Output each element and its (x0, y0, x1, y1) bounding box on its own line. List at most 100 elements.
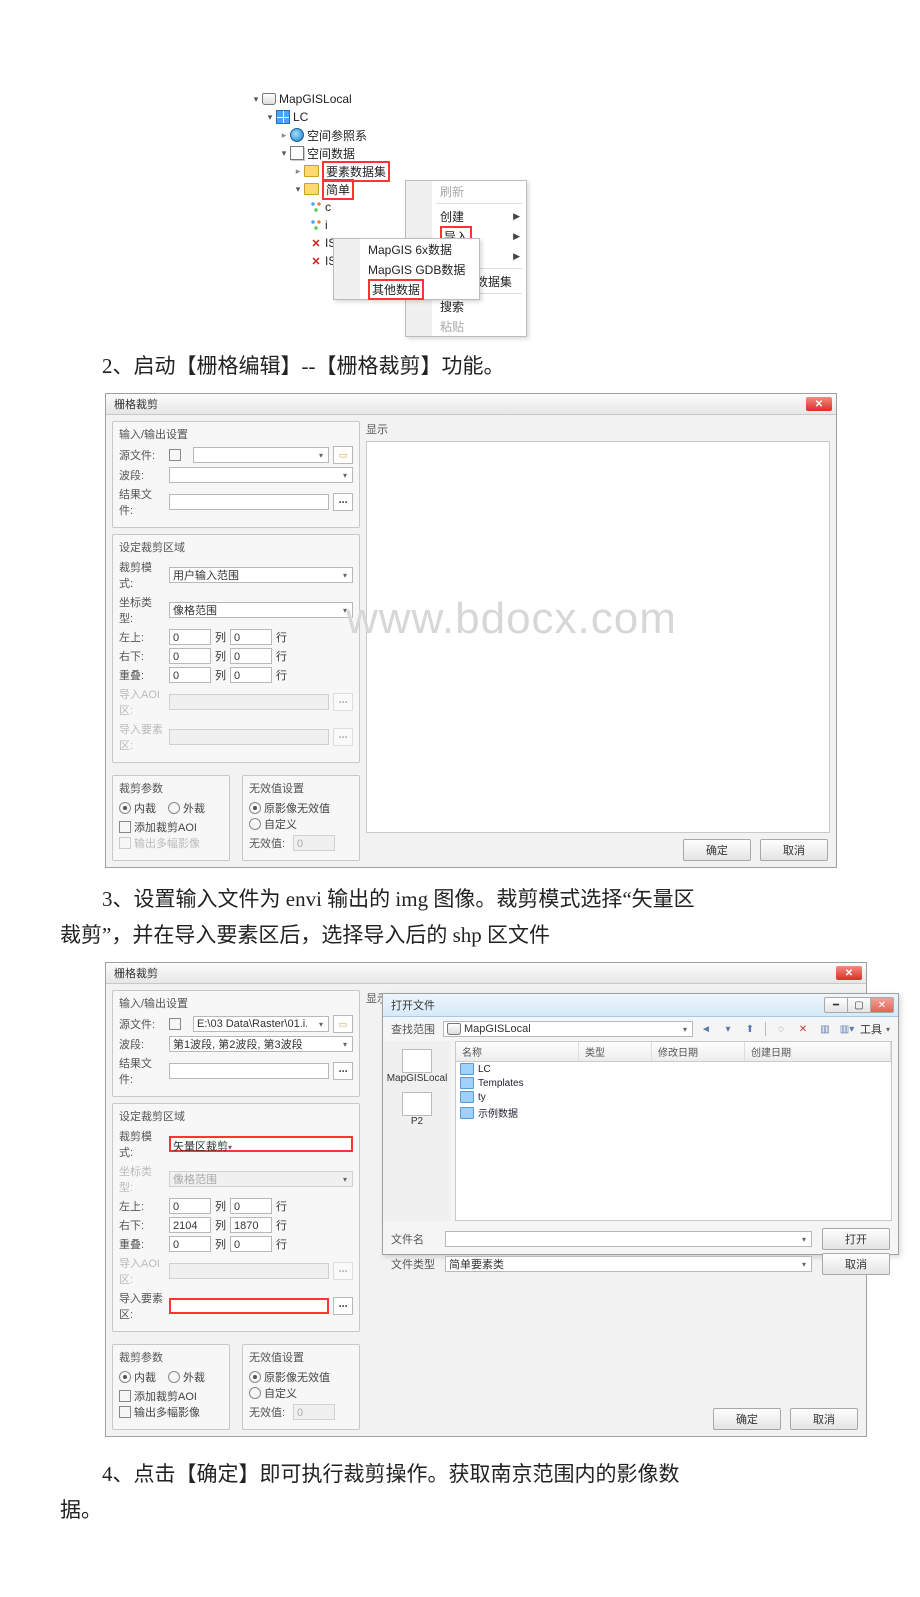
ov-col-input[interactable]: 0 (169, 1236, 211, 1252)
ftype-combo[interactable]: 简单要素类▾ (445, 1256, 812, 1272)
view-icon[interactable]: ▥▾ (838, 1021, 856, 1037)
feat-input[interactable] (169, 1298, 329, 1314)
open-button[interactable]: 打开 (822, 1228, 890, 1250)
browse-button[interactable]: ··· (333, 1297, 353, 1315)
radio-outer[interactable]: 外裁 (168, 1369, 205, 1385)
label-tools[interactable]: 工具 (860, 1021, 882, 1037)
browse-button[interactable]: ··· (333, 1062, 353, 1080)
browse-button: ··· (333, 1262, 353, 1280)
col-name[interactable]: 名称 (456, 1042, 579, 1061)
list-item[interactable]: ty (456, 1090, 891, 1104)
tree-node-featureset[interactable]: ▸ 要素数据集 (250, 162, 530, 180)
result-input[interactable] (169, 494, 329, 510)
dialog-titlebar[interactable]: 栅格裁剪 ✕ (106, 394, 836, 415)
close-icon[interactable]: ✕ (871, 997, 894, 1013)
band-combo[interactable]: ▾ (169, 467, 353, 483)
up-icon[interactable]: ⬆ (741, 1021, 759, 1037)
br-col-input[interactable]: 0 (169, 648, 211, 664)
ok-button[interactable]: 确定 (683, 839, 751, 861)
ov-col-input[interactable]: 0 (169, 667, 211, 683)
label-feat: 导入要素区: (119, 1290, 165, 1322)
tree-node-root[interactable]: ▾ MapGISLocal (250, 90, 530, 108)
br-row-input[interactable]: 0 (230, 648, 272, 664)
radio-outer[interactable]: 外裁 (168, 800, 205, 816)
tree-node-srs[interactable]: ▸ 空间参照系 (250, 126, 530, 144)
source-combo[interactable]: E:\03 Data\Raster\01.i...▾ (193, 1016, 329, 1032)
mode-combo[interactable]: 矢量区裁剪▾ (169, 1136, 353, 1152)
cancel-button[interactable]: 取消 (822, 1253, 890, 1275)
ov-row-input[interactable]: 0 (230, 667, 272, 683)
minimize-icon[interactable]: ━ (824, 997, 848, 1013)
tree-node-spatial[interactable]: ▾ 空间数据 (250, 144, 530, 162)
radio-custom[interactable]: 自定义 (249, 1385, 345, 1401)
tl-col-input[interactable]: 0 (169, 629, 211, 645)
coord-combo[interactable]: 像格范围▾ (169, 602, 353, 618)
tree-node-lc[interactable]: ▾ LC (250, 108, 530, 126)
group-io: 输入/输出设置 源文件: ▾ ▭ 波段: ▾ 结果文件: ··· (112, 421, 360, 528)
source-check[interactable] (169, 449, 181, 461)
radio-keep[interactable]: 原影像无效值 (249, 800, 345, 816)
result-input[interactable] (169, 1063, 329, 1079)
tl-row-input[interactable]: 0 (230, 1198, 272, 1214)
col-cdate[interactable]: 创建日期 (745, 1042, 891, 1061)
tl-row-input[interactable]: 0 (230, 629, 272, 645)
col-mdate[interactable]: 修改日期 (652, 1042, 745, 1061)
ov-row-input[interactable]: 0 (230, 1236, 272, 1252)
tl-col-input[interactable]: 0 (169, 1198, 211, 1214)
tree-label: LC (293, 110, 308, 124)
new-icon[interactable]: ▥ (816, 1021, 834, 1037)
group-header: 设定裁剪区域 (119, 1108, 353, 1124)
lookin-combo[interactable]: MapGISLocal▾ (443, 1021, 693, 1037)
list-item[interactable]: LC (456, 1062, 891, 1076)
browse-icon[interactable]: ▭ (333, 446, 353, 464)
band-combo[interactable]: 第1波段, 第2波段, 第3波段, 第...▾ (169, 1036, 353, 1052)
raster-clip-dialog-2: 栅格裁剪 ✕ 输入/输出设置 源文件: E:\03 Data\Raster\01… (105, 962, 867, 1437)
file-list[interactable]: 名称 类型 修改日期 创建日期 LC Templates ty 示例数据 (455, 1041, 892, 1221)
open-titlebar[interactable]: 打开文件 ━ ▢ ✕ (383, 994, 898, 1017)
col-type[interactable]: 类型 (579, 1042, 652, 1061)
dialog-titlebar[interactable]: 栅格裁剪 ✕ (106, 963, 866, 984)
submenu-gdb[interactable]: MapGIS GDB数据 (334, 259, 479, 279)
menu-create[interactable]: 创建▶ (406, 206, 526, 226)
close-icon[interactable]: ✕ (806, 397, 832, 411)
submenu-other[interactable]: 其他数据 (334, 279, 479, 299)
fwd-icon[interactable]: ▾ (719, 1021, 737, 1037)
check-addaoi[interactable]: 添加裁剪AOI (119, 819, 215, 835)
tree-label: c (325, 200, 331, 214)
browse-button[interactable]: ··· (333, 493, 353, 511)
source-combo[interactable]: ▾ (193, 447, 329, 463)
delete-icon[interactable]: ✕ (794, 1021, 812, 1037)
mode-combo[interactable]: 用户输入范围▾ (169, 567, 353, 583)
menu-refresh[interactable]: 刷新 (406, 181, 526, 201)
unit-col: 列 (215, 1236, 226, 1252)
label-br: 右下: (119, 648, 165, 664)
radio-custom[interactable]: 自定义 (249, 816, 345, 832)
cancel-button[interactable]: 取消 (790, 1408, 858, 1430)
br-col-input[interactable]: 2104 (169, 1217, 211, 1233)
source-check[interactable] (169, 1018, 181, 1030)
tool-icon[interactable]: ◌ (772, 1021, 790, 1037)
radio-inner[interactable]: 内裁 (119, 1369, 156, 1385)
ok-button[interactable]: 确定 (713, 1408, 781, 1430)
submenu-6x[interactable]: MapGIS 6x数据 (334, 239, 479, 259)
fname-combo[interactable]: ▾ (445, 1231, 812, 1247)
side-p2[interactable]: P2 (383, 1092, 451, 1127)
label-mode: 裁剪模式: (119, 1128, 165, 1160)
list-item[interactable]: 示例数据 (456, 1104, 891, 1121)
label-nullval: 无效值: (249, 1404, 289, 1420)
maximize-icon[interactable]: ▢ (848, 997, 871, 1013)
check-addaoi[interactable]: 添加裁剪AOI (119, 1388, 215, 1404)
close-icon[interactable]: ✕ (836, 966, 862, 980)
back-icon[interactable]: ◄ (697, 1021, 715, 1037)
check-multi[interactable]: 输出多幅影像 (119, 1404, 215, 1420)
browse-icon[interactable]: ▭ (333, 1015, 353, 1033)
unit-row: 行 (276, 1236, 287, 1252)
label-ftype: 文件类型 (391, 1256, 441, 1272)
radio-keep[interactable]: 原影像无效值 (249, 1369, 345, 1385)
br-row-input[interactable]: 1870 (230, 1217, 272, 1233)
radio-inner[interactable]: 内裁 (119, 800, 156, 816)
side-local[interactable]: MapGISLocal (383, 1049, 451, 1084)
cancel-button[interactable]: 取消 (760, 839, 828, 861)
list-item[interactable]: Templates (456, 1076, 891, 1090)
menu-paste[interactable]: 粘贴 (406, 316, 526, 336)
